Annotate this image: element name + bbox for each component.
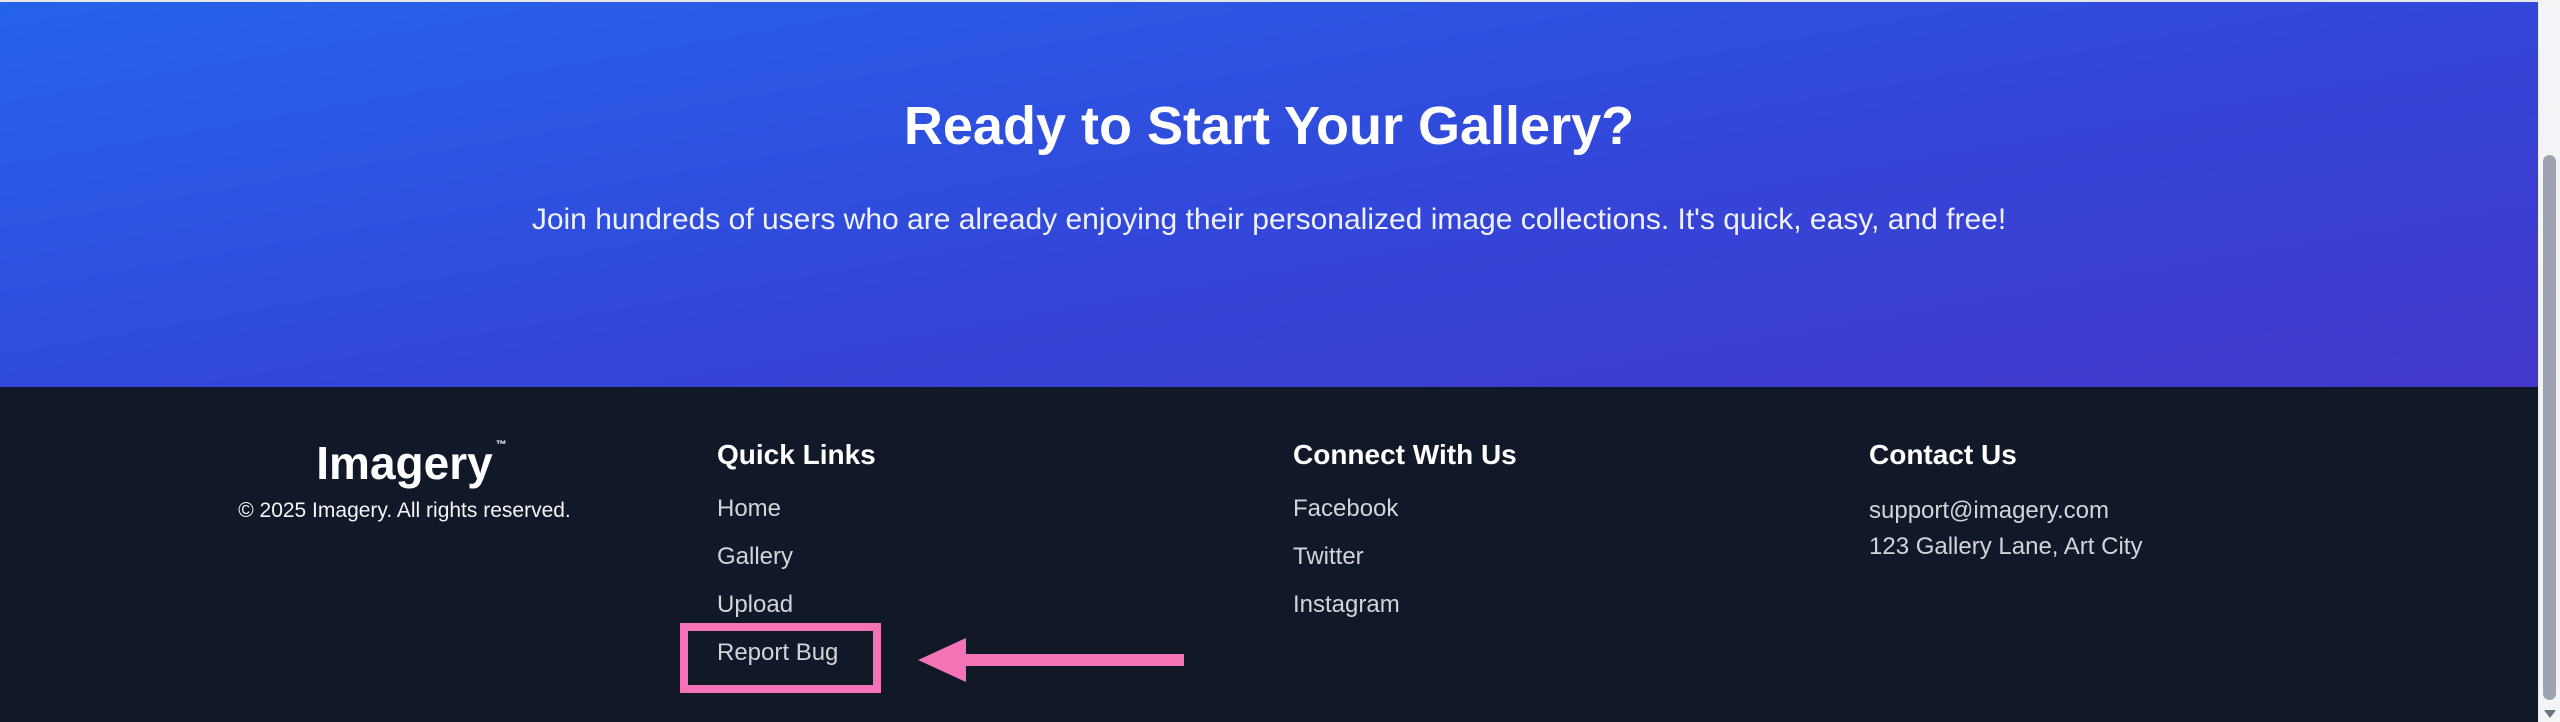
social-links-list: Facebook Twitter Instagram [1293,493,1517,637]
cta-section: Ready to Start Your Gallery? Join hundre… [0,2,2538,387]
annotation-highlight-box [680,623,881,693]
site-footer: Imagery ™ © 2025 Imagery. All rights res… [0,387,2538,722]
footer-link-instagram[interactable]: Instagram [1293,589,1517,637]
cta-title: Ready to Start Your Gallery? [903,96,1635,156]
brand-logo[interactable]: Imagery ™ [316,435,506,491]
scrollbar-thumb[interactable] [2543,155,2556,700]
footer-link-gallery[interactable]: Gallery [717,541,876,589]
footer-link-home[interactable]: Home [717,493,876,541]
contact-heading: Contact Us [1869,439,2017,470]
footer-brand: Imagery ™ © 2025 Imagery. All rights res… [232,435,577,525]
connect-column: Connect With Us Facebook Twitter Instagr… [1293,437,1517,637]
footer-link-twitter[interactable]: Twitter [1293,541,1517,589]
footer-link-facebook[interactable]: Facebook [1293,493,1517,541]
brand-name: Imagery [316,437,493,489]
contact-column: Contact Us support@imagery.com 123 Galle… [1869,437,2142,565]
scroll-down-arrow-icon[interactable] [2544,710,2556,718]
quick-links-heading: Quick Links [717,439,876,470]
vertical-scrollbar[interactable] [2538,0,2560,722]
trademark-symbol: ™ [495,439,507,451]
contact-email[interactable]: support@imagery.com [1869,493,2142,529]
copyright-text: © 2025 Imagery. All rights reserved. [238,499,571,522]
connect-heading: Connect With Us [1293,439,1517,470]
contact-address: 123 Gallery Lane, Art City [1869,533,2143,560]
cta-subtitle: Join hundreds of users who are already e… [531,203,2007,236]
annotation-arrow-icon [918,638,1184,682]
page: Ready to Start Your Gallery? Join hundre… [0,0,2560,722]
